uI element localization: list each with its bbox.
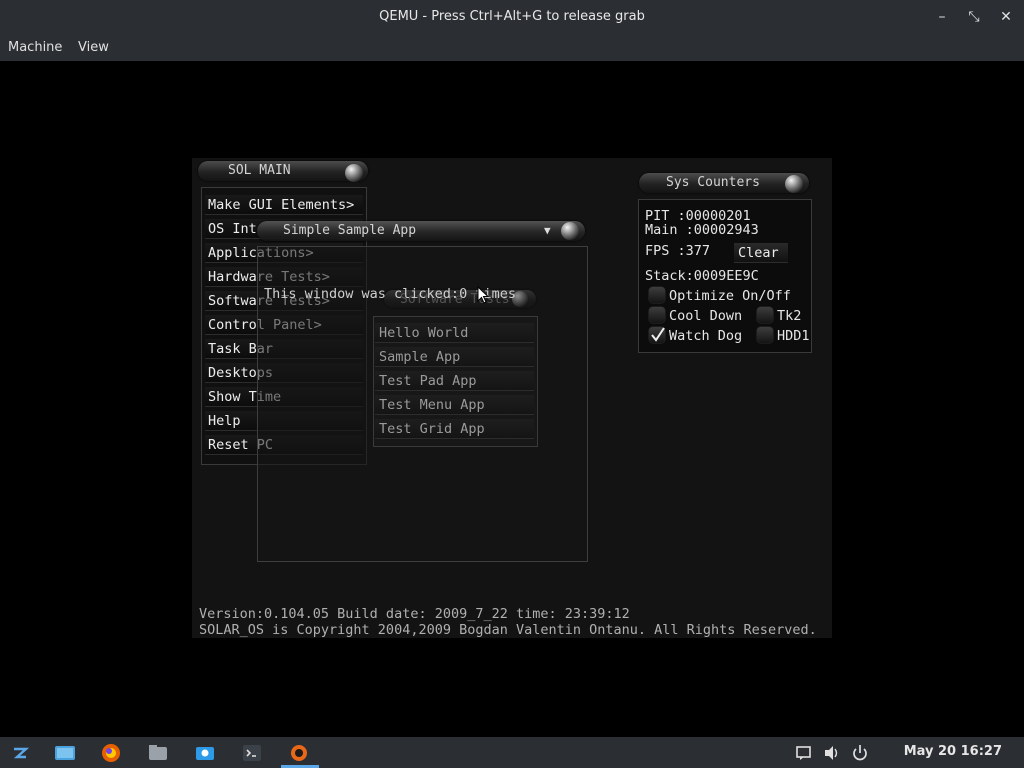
sol-main-orb-icon[interactable]: [345, 164, 363, 182]
submenu-item-sample-app[interactable]: Sample App: [375, 347, 534, 367]
qemu-icon[interactable]: [288, 742, 310, 764]
volume-icon[interactable]: [823, 744, 845, 766]
copyright-info: SOLAR_OS is Copyright 2004,2009 Bogdan V…: [199, 622, 817, 638]
menu-machine[interactable]: Machine: [8, 40, 62, 55]
hdd1-label: HDD1: [777, 328, 810, 344]
qemu-title-bar: QEMU - Press Ctrl+Alt+G to release grab …: [0, 0, 1024, 35]
desktop-icon[interactable]: [53, 742, 75, 764]
optimize-label: Optimize On/Off: [669, 288, 791, 304]
version-info: Version:0.104.05 Build date: 2009_7_22 t…: [199, 606, 630, 622]
cool-down-label: Cool Down: [669, 308, 743, 324]
sol-main-title: SOL MAIN: [228, 163, 291, 178]
optimize-checkbox[interactable]: [649, 287, 665, 303]
close-button[interactable]: ✕: [994, 6, 1018, 28]
submenu-item-hello-world[interactable]: Hello World: [375, 323, 534, 343]
menu-view[interactable]: View: [78, 40, 109, 55]
sys-counters-title: Sys Counters: [666, 175, 760, 190]
solar-os-screen[interactable]: SOL MAIN Make GUI Elements> OS Int Appli…: [192, 158, 832, 638]
clear-button[interactable]: Clear: [734, 243, 788, 263]
maximize-button[interactable]: ⤡: [962, 6, 986, 28]
simple-app-orb-icon[interactable]: [561, 222, 579, 240]
menu-icon[interactable]: [9, 742, 31, 764]
stack-counter: Stack:0009EE9C: [645, 268, 759, 284]
submenu-item-test-menu-app[interactable]: Test Menu App: [375, 395, 534, 415]
main-counter: Main :00002943: [645, 222, 759, 238]
fps-counter: FPS :377: [645, 243, 711, 259]
submenu-item-test-grid-app[interactable]: Test Grid App: [375, 419, 534, 439]
menu-item-make-gui[interactable]: Make GUI Elements>: [205, 195, 363, 215]
minimize-button[interactable]: –: [930, 6, 954, 28]
files-icon[interactable]: [147, 742, 169, 764]
power-icon[interactable]: [851, 744, 873, 766]
submenu-item-test-pad-app[interactable]: Test Pad App: [375, 371, 534, 391]
firefox-icon[interactable]: [100, 742, 122, 764]
clock[interactable]: May 20 16:27: [904, 744, 1002, 759]
tk2-label: Tk2: [777, 308, 802, 324]
tk2-checkbox[interactable]: [757, 307, 773, 323]
screenshot-icon[interactable]: [194, 742, 216, 764]
simple-app-title-bar[interactable]: Simple Sample App ▼: [257, 221, 585, 241]
host-taskbar: May 20 16:27: [0, 737, 1024, 768]
watch-dog-checkbox[interactable]: [649, 327, 665, 343]
sys-counters-orb-icon[interactable]: [785, 175, 803, 193]
cool-down-checkbox[interactable]: [649, 307, 665, 323]
hdd1-checkbox[interactable]: [757, 327, 773, 343]
terminal-icon[interactable]: [241, 742, 263, 764]
chevron-down-icon[interactable]: ▼: [544, 221, 551, 241]
watch-dog-label: Watch Dog: [669, 328, 743, 344]
notification-icon[interactable]: [795, 744, 817, 766]
sys-counters-title-bar[interactable]: Sys Counters: [639, 173, 809, 193]
mouse-cursor-icon: [477, 286, 489, 304]
checkmark-icon: [651, 327, 665, 342]
simple-app-title: Simple Sample App: [283, 223, 417, 238]
sol-main-title-bar[interactable]: SOL MAIN: [198, 161, 368, 182]
qemu-menu-bar: Machine View: [0, 35, 1024, 61]
window-title: QEMU - Press Ctrl+Alt+G to release grab: [379, 9, 645, 24]
